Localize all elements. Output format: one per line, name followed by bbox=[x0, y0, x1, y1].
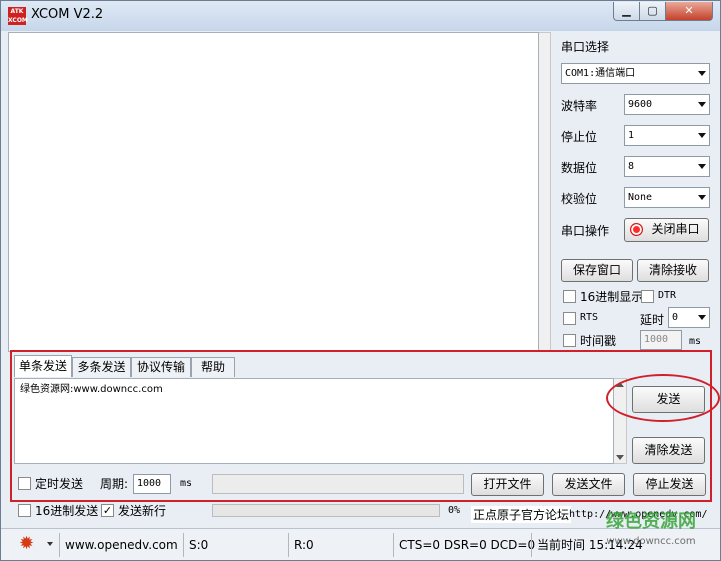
timestamp-interval-input[interactable]: 1000 bbox=[640, 330, 682, 350]
maximize-button[interactable]: ▢ bbox=[639, 2, 666, 21]
clear-receive-button[interactable]: 清除接收 bbox=[637, 259, 709, 282]
port-select-value: COM1:通信端口 bbox=[565, 68, 636, 79]
chevron-down-icon bbox=[698, 102, 706, 107]
send-textarea[interactable]: 绿色资源网:www.downcc.com bbox=[14, 378, 614, 464]
databits-select[interactable]: 8 bbox=[624, 156, 710, 177]
close-window-button[interactable]: ✕ bbox=[665, 2, 713, 21]
newline-label: 发送新行 bbox=[118, 504, 167, 518]
dtr-checkbox[interactable] bbox=[641, 290, 654, 303]
tab-help[interactable]: 帮助 bbox=[191, 357, 235, 377]
timestamp-label: 时间戳 bbox=[580, 334, 617, 348]
chevron-down-icon[interactable] bbox=[47, 542, 53, 546]
period-input[interactable]: 1000 bbox=[133, 474, 171, 494]
sent-count: S:0 bbox=[183, 533, 208, 557]
file-progress-bar bbox=[212, 474, 464, 494]
clear-send-button[interactable]: 清除发送 bbox=[632, 437, 705, 464]
forum-label[interactable]: 正点原子官方论坛 bbox=[471, 506, 572, 523]
hex-display-checkbox[interactable] bbox=[563, 290, 576, 303]
port-operation-label: 串口操作 bbox=[561, 224, 610, 238]
xcom-window: ATK XCOM XCOM V2.2 ▁ ▢ ✕ 串口选择 COM1:通信端口 … bbox=[0, 0, 721, 561]
timestamp-ms-label: ms bbox=[689, 336, 702, 347]
parity-select[interactable]: None bbox=[624, 187, 710, 208]
chevron-down-icon bbox=[698, 164, 706, 169]
newline-checkbox[interactable]: ✓ bbox=[101, 504, 114, 517]
stopbits-label: 停止位 bbox=[561, 130, 598, 144]
watermark-title: 绿色资源网 bbox=[606, 511, 696, 532]
send-button-highlight bbox=[606, 374, 720, 422]
hex-display-label: 16进制显示 bbox=[580, 290, 644, 304]
delay-label: 延时 bbox=[640, 313, 665, 327]
app-logo-icon: ATK XCOM bbox=[8, 7, 28, 25]
chevron-down-icon bbox=[698, 315, 706, 320]
port-select-label: 串口选择 bbox=[561, 40, 610, 54]
rts-checkbox[interactable] bbox=[563, 312, 576, 325]
tab-single-send[interactable]: 单条发送 bbox=[14, 355, 72, 377]
save-window-button[interactable]: 保存窗口 bbox=[561, 259, 633, 282]
tab-protocol[interactable]: 协议传输 bbox=[131, 357, 191, 377]
website-link[interactable]: www.openedv.com bbox=[59, 533, 178, 557]
watermark-logo: 绿色资源网 www.downcc.com bbox=[585, 512, 717, 552]
close-port-label: 关闭串口 bbox=[651, 222, 700, 236]
baud-value: 9600 bbox=[628, 99, 653, 110]
scroll-down-icon[interactable] bbox=[616, 455, 624, 460]
databits-label: 数据位 bbox=[561, 161, 598, 175]
stopbits-select[interactable]: 1 bbox=[624, 125, 710, 146]
chevron-down-icon bbox=[698, 133, 706, 138]
close-port-button[interactable]: 关闭串口 bbox=[624, 218, 709, 242]
tab-multi-send[interactable]: 多条发送 bbox=[72, 357, 131, 377]
hex-send-label: 16进制发送 bbox=[35, 504, 99, 518]
port-status-led-icon bbox=[630, 223, 643, 236]
stop-send-button[interactable]: 停止发送 bbox=[633, 473, 706, 496]
chevron-down-icon bbox=[698, 71, 706, 76]
gear-icon[interactable]: ✹ bbox=[19, 534, 34, 554]
period-unit-label: ms bbox=[180, 478, 193, 489]
receive-scrollbar[interactable] bbox=[539, 32, 551, 352]
baud-label: 波特率 bbox=[561, 99, 598, 113]
timed-send-checkbox[interactable] bbox=[18, 477, 31, 490]
delay-value: 0 bbox=[672, 312, 679, 323]
modem-signals: CTS=0 DSR=0 DCD=0 bbox=[393, 533, 535, 557]
stopbits-value: 1 bbox=[628, 130, 635, 141]
chevron-down-icon bbox=[698, 195, 706, 200]
send-progress-bar bbox=[212, 504, 440, 517]
rts-label: RTS bbox=[580, 312, 599, 323]
received-count: R:0 bbox=[288, 533, 314, 557]
period-label: 周期: bbox=[100, 477, 129, 491]
dtr-label: DTR bbox=[658, 290, 677, 301]
receive-textarea[interactable] bbox=[8, 32, 539, 352]
databits-value: 8 bbox=[628, 161, 635, 172]
delay-select[interactable]: 0 bbox=[668, 307, 710, 328]
timed-send-label: 定时发送 bbox=[35, 477, 84, 491]
baud-select[interactable]: 9600 bbox=[624, 94, 710, 115]
parity-label: 校验位 bbox=[561, 192, 598, 206]
port-select[interactable]: COM1:通信端口 bbox=[561, 63, 710, 84]
send-text-content: 绿色资源网:www.downcc.com bbox=[20, 384, 163, 395]
open-file-button[interactable]: 打开文件 bbox=[471, 473, 544, 496]
parity-value: None bbox=[628, 192, 653, 203]
send-file-button[interactable]: 发送文件 bbox=[552, 473, 625, 496]
title-bar[interactable]: ATK XCOM XCOM V2.2 ▁ ▢ ✕ bbox=[1, 1, 720, 31]
minimize-button[interactable]: ▁ bbox=[613, 2, 640, 21]
watermark-url: www.downcc.com bbox=[606, 536, 696, 547]
hex-send-checkbox[interactable] bbox=[18, 504, 31, 517]
timestamp-checkbox[interactable] bbox=[563, 334, 576, 347]
window-title: XCOM V2.2 bbox=[31, 7, 104, 22]
current-time-label: 当前时间 bbox=[537, 538, 586, 552]
send-progress-percent: 0% bbox=[448, 505, 461, 516]
